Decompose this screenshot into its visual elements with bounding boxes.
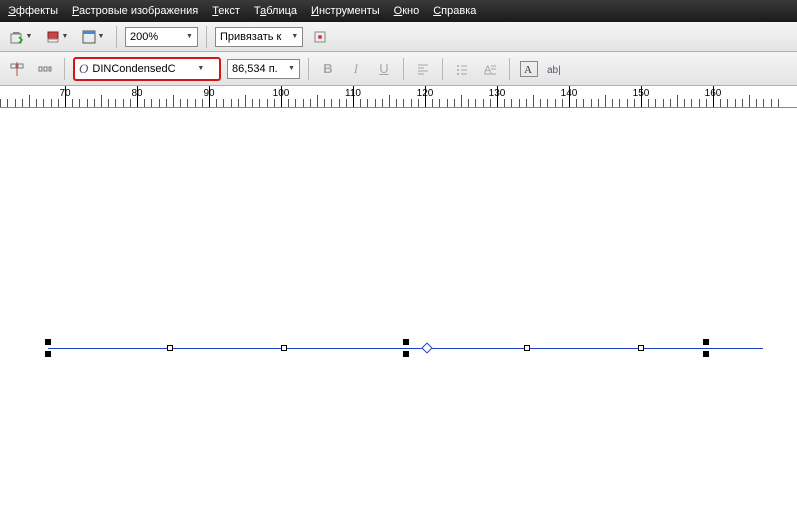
chevron-down-icon[interactable]: ▼ [291, 33, 298, 40]
selection-handle[interactable] [45, 351, 51, 357]
separator [509, 58, 510, 80]
selection-handle[interactable] [524, 345, 530, 351]
svg-text:A: A [524, 64, 532, 76]
ruler-label: 160 [705, 88, 722, 99]
font-preview-icon: O [79, 61, 88, 77]
align-panel-button[interactable] [6, 58, 28, 80]
selection-handle[interactable] [638, 345, 644, 351]
font-family-combo[interactable]: O ▼ [73, 57, 221, 81]
selection-handle[interactable] [403, 351, 409, 357]
selection-handle[interactable] [167, 345, 173, 351]
bold-button[interactable]: B [317, 58, 339, 80]
ruler-label: 120 [417, 88, 434, 99]
selection-handle[interactable] [281, 345, 287, 351]
ruler-label: 70 [59, 88, 70, 99]
selected-object[interactable] [48, 348, 763, 349]
distribute-button[interactable] [34, 58, 56, 80]
bullets-button[interactable] [451, 58, 473, 80]
window-mode-button[interactable]: ▼ [78, 26, 108, 48]
snap-label: Привязать к [220, 31, 281, 43]
selection-handle[interactable] [703, 339, 709, 345]
character-formatting-button[interactable]: A [518, 58, 540, 80]
menu-window[interactable]: Окно [394, 5, 420, 17]
menu-effects[interactable]: Эффекты [8, 5, 58, 17]
export-button[interactable]: ▼ [42, 26, 72, 48]
menu-text[interactable]: Текст [212, 5, 240, 17]
align-left-button[interactable] [412, 58, 434, 80]
horizontal-ruler[interactable]: 60708090100110120130140150160 [0, 86, 797, 108]
ruler-label: 140 [561, 88, 578, 99]
zoom-input[interactable] [130, 31, 186, 43]
font-size-input[interactable] [232, 63, 284, 75]
separator [64, 58, 65, 80]
menu-table[interactable]: Таблица [254, 5, 297, 17]
menu-raster[interactable]: Растровые изображения [72, 5, 198, 17]
separator [442, 58, 443, 80]
menubar: Эффекты Растровые изображения Текст Табл… [0, 0, 797, 22]
ruler-label: 130 [489, 88, 506, 99]
selection-handle[interactable] [703, 351, 709, 357]
italic-button[interactable]: I [345, 58, 367, 80]
snap-settings-button[interactable] [309, 26, 331, 48]
selection-handle[interactable] [403, 339, 409, 345]
ruler-label: 150 [633, 88, 650, 99]
font-size-combo[interactable]: ▼ [227, 59, 300, 79]
toolbar-standard: ▼ ▼ ▼ ▼ Привязать к ▼ [0, 22, 797, 52]
snap-to-combo[interactable]: Привязать к ▼ [215, 27, 303, 47]
document-canvas[interactable] [0, 108, 797, 512]
separator [206, 26, 207, 48]
selection-center-icon[interactable] [421, 342, 432, 353]
separator [403, 58, 404, 80]
toolbar-text: O ▼ ▼ B I U A A ab| [0, 52, 797, 86]
chevron-down-icon[interactable]: ▼ [197, 65, 204, 72]
chevron-down-icon[interactable]: ▼ [288, 65, 295, 72]
separator [116, 26, 117, 48]
separator [308, 58, 309, 80]
selection-handle[interactable] [45, 339, 51, 345]
chevron-down-icon[interactable]: ▼ [186, 33, 193, 40]
dropcap-button[interactable]: A [479, 58, 501, 80]
ruler-label: 80 [131, 88, 142, 99]
zoom-level-combo[interactable]: ▼ [125, 27, 198, 47]
import-button[interactable]: ▼ [6, 26, 36, 48]
ruler-label: 90 [203, 88, 214, 99]
ruler-label: 110 [345, 88, 361, 99]
ruler-label: 100 [273, 88, 290, 99]
edit-text-button[interactable]: ab| [546, 58, 568, 80]
svg-text:ab|: ab| [547, 65, 561, 76]
font-family-input[interactable] [92, 63, 197, 75]
menu-tools[interactable]: Инструменты [311, 5, 380, 17]
underline-button[interactable]: U [373, 58, 395, 80]
menu-help[interactable]: Справка [433, 5, 476, 17]
